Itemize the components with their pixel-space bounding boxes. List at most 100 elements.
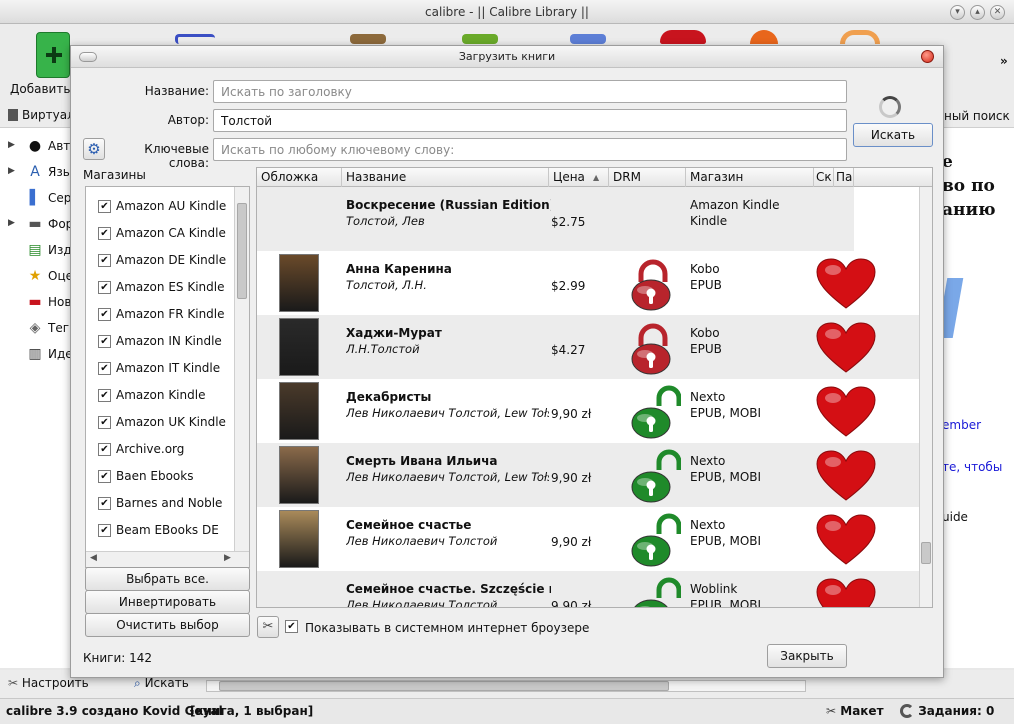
store-checkbox[interactable]: ✔ [98,335,111,348]
column-header-price[interactable]: Цена ▲ [549,168,609,187]
tools-icon[interactable]: ✂ [257,616,279,638]
column-header-name[interactable]: Название [342,168,549,187]
store-checkbox[interactable]: ✔ [98,227,111,240]
table-row[interactable]: Анна Каренина Толстой, Л.Н. $2.99 Kobo EPUB [257,251,919,315]
get-books-dialog: Загрузить книги Название: Автор: ⚙ Ключе… [70,45,944,678]
title-search-input[interactable] [213,80,847,103]
maximize-button[interactable]: ▴ [970,5,985,20]
store-checkbox[interactable]: ✔ [98,200,111,213]
horizontal-scrollbar[interactable] [206,680,806,692]
close-window-button[interactable]: ✕ [990,5,1005,20]
details-text: анию [942,200,996,220]
store-item[interactable]: ✔ Archive.org [94,436,234,463]
store-item[interactable]: ✔ Beam EBooks DE [94,517,234,544]
table-row[interactable]: Смерть Ивана Ильича Лев Николаевич Толсто… [257,443,919,507]
virtual-library-button[interactable]: Виртуал [8,108,75,122]
help-icon[interactable] [840,30,880,44]
more-toolbar-button[interactable]: » [1000,54,1008,68]
store-item[interactable]: ✔ Amazon Kindle [94,382,234,409]
store-item[interactable]: ✔ Amazon IN Kindle [94,328,234,355]
table-row[interactable]: Семейное счастье Лев Николаевич Толстой 9,… [257,507,919,571]
store-name: Amazon IT Kindle [116,361,221,375]
stores-horizontal-scrollbar[interactable]: ◀ ▶ [86,551,249,567]
column-header-store[interactable]: Магазин [686,168,814,187]
scrollbar-thumb[interactable] [237,203,247,299]
column-header-affiliate[interactable]: Ск [814,168,834,187]
store-checkbox[interactable]: ✔ [98,308,111,321]
close-button[interactable]: Закрыть [767,644,847,668]
book-author: Лев Николаевич Толстой [346,534,498,548]
show-in-browser-label: Показывать в системном интернет броузере [305,621,590,635]
store-name: Nexto [690,390,726,404]
keywords-search-input[interactable] [213,138,847,161]
column-header-drm[interactable]: DRM [609,168,686,187]
show-in-browser-checkbox[interactable]: ✔ [285,620,298,633]
store-item[interactable]: ✔ Amazon DE Kindle [94,247,234,274]
scrollbar-thumb[interactable] [921,542,931,564]
selection-status: [книга, 1 выбран] [190,704,314,718]
store-item[interactable]: ✔ Amazon AU Kindle [94,193,234,220]
saved-search-label[interactable]: ный поиск [944,109,1010,123]
store-checkbox[interactable]: ✔ [98,281,111,294]
dialog-close-icon[interactable] [921,50,934,63]
view-icon[interactable] [462,34,498,44]
store-name: Kobo [690,262,720,276]
search-button[interactable]: Искать [853,123,933,147]
store-checkbox[interactable]: ✔ [98,524,111,537]
minimize-button[interactable]: ▾ [950,5,965,20]
store-checkbox[interactable]: ✔ [98,497,111,510]
store-item[interactable]: ✔ Amazon CA Kindle [94,220,234,247]
store-checkbox[interactable]: ✔ [98,254,111,267]
author-search-input[interactable] [213,109,847,132]
store-item[interactable]: ✔ Amazon IT Kindle [94,355,234,382]
store-item[interactable]: ✔ Amazon ES Kindle [94,274,234,301]
clear-selection-button[interactable]: Очистить выбор [85,613,250,637]
configure-button[interactable]: ✂ Настроить [8,676,89,690]
details-link[interactable]: те, чтобы [942,460,1002,474]
column-header-cover[interactable]: Обложка [257,168,342,187]
stores-list: ◀ ▶ ✔ Amazon AU Kindle ✔ Amazon CA Kindle ✔ A… [85,186,250,568]
edit-metadata-icon[interactable] [175,34,215,44]
scrollbar-thumb[interactable] [219,681,669,691]
search-icon: ⌕ [134,676,141,690]
table-row[interactable]: Семейное счастье. Szczęście rodzin Лев Ни… [257,571,919,607]
column-header-download[interactable]: Па [834,168,854,187]
book-icon [8,109,18,121]
store-item[interactable]: ✔ Baen Ebooks [94,463,234,490]
layout-button[interactable]: ✂ Макет [826,704,884,718]
details-link[interactable]: ember [942,418,981,432]
select-all-button[interactable]: Выбрать все. [85,567,250,591]
store-checkbox[interactable]: ✔ [98,416,111,429]
add-books-icon[interactable] [36,32,70,78]
store-item[interactable]: ✔ Amazon UK Kindle [94,409,234,436]
table-row[interactable]: Воскресение (Russian Edition) Толстой, Ле… [257,187,854,251]
store-item[interactable]: ✔ Barnes and Noble [94,490,234,517]
stores-vertical-scrollbar[interactable] [234,187,249,551]
send-to-device-icon[interactable] [570,34,606,44]
book-details-panel: е во по анию ember те, чтобы uide [936,128,1014,668]
star-icon: ★ [28,268,42,284]
table-row[interactable]: Декабристы Лев Николаевич Толстой, Lew To… [257,379,919,443]
affiliate-heart-icon [815,258,877,310]
convert-icon[interactable] [350,34,386,44]
book-price: 9,90 zł [551,471,592,485]
book-author: Толстой, Лев [346,214,425,228]
store-item[interactable]: ✔ Amazon FR Kindle [94,301,234,328]
book-author: Лев Николаевич Толстой, Lew Tołstoj [346,470,549,484]
news-icon[interactable] [750,30,778,44]
store-name: Kobo [690,326,720,340]
drm-unlocked-icon [625,384,682,440]
invert-selection-button[interactable]: Инвертировать выделение [85,590,250,631]
get-books-icon[interactable] [660,30,706,44]
store-checkbox[interactable]: ✔ [98,470,111,483]
store-checkbox[interactable]: ✔ [98,443,111,456]
book-price: $2.75 [551,215,586,229]
find-button[interactable]: ⌕ Искать [134,676,189,691]
results-vertical-scrollbar[interactable] [919,187,932,607]
gear-icon[interactable]: ⚙ [83,138,105,160]
book-price: $2.99 [551,279,586,293]
table-row[interactable]: Хаджи-Мурат Л.Н.Толстой $4.27 Kobo EPUB [257,315,919,379]
jobs-indicator[interactable]: Задания: 0 [900,704,994,718]
store-checkbox[interactable]: ✔ [98,362,111,375]
store-checkbox[interactable]: ✔ [98,389,111,402]
